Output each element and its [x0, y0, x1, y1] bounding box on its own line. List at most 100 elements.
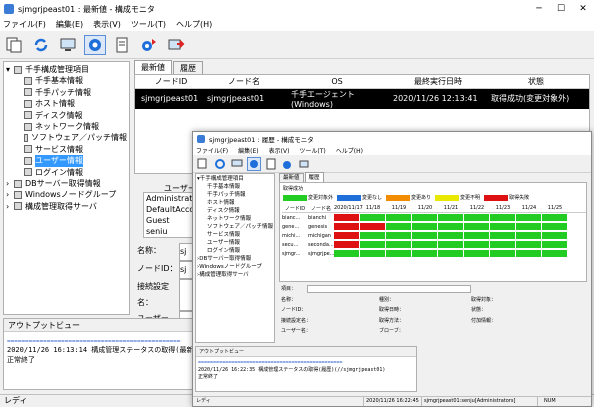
grid-status-cell[interactable] — [542, 232, 567, 239]
tree-item[interactable]: 千手パッチ情報 — [197, 191, 273, 199]
grid-status-cell[interactable] — [490, 214, 515, 221]
grid-status-cell[interactable] — [360, 232, 385, 239]
tree-item[interactable]: サービス情報 — [197, 231, 273, 239]
tree-item[interactable]: ホスト情報 — [197, 199, 273, 207]
tree-item[interactable]: ホスト情報 — [6, 98, 127, 109]
grid-row[interactable]: michi... michigan — [282, 231, 586, 240]
close-button[interactable]: ✕ — [572, 4, 594, 14]
grid-status-cell[interactable] — [490, 223, 515, 230]
grid-status-cell[interactable] — [360, 241, 385, 248]
grid-status-cell[interactable] — [490, 250, 515, 257]
list-item[interactable]: DefaultAccou — [146, 204, 192, 215]
grid-status-cell[interactable] — [516, 241, 541, 248]
grid-status-cell[interactable] — [334, 214, 359, 221]
tree-item[interactable]: ソフトウェア／パッチ情報 — [197, 223, 273, 231]
export-icon[interactable] — [298, 157, 312, 171]
grid-status-cell[interactable] — [438, 214, 463, 221]
menu-file[interactable]: ファイル(F) — [3, 19, 46, 30]
grid-status-cell[interactable] — [438, 223, 463, 230]
grid-status-cell[interactable] — [360, 214, 385, 221]
list-item[interactable]: Administrator — [146, 193, 192, 204]
tree-item[interactable]: 千手パッチ情報 — [6, 87, 127, 98]
col-status[interactable]: 状態 — [483, 75, 589, 88]
grid-row[interactable]: sjmgr... sjmgrjpe... — [282, 249, 586, 258]
col-os[interactable]: OS — [281, 75, 393, 88]
grid-status-cell[interactable] — [464, 232, 489, 239]
settings-gear-icon[interactable] — [247, 156, 261, 171]
tree-group[interactable]: › Windowsノードグループ — [197, 263, 273, 271]
grid-status-cell[interactable] — [464, 214, 489, 221]
grid-status-cell[interactable] — [490, 232, 515, 239]
grid-col-header[interactable]: 11/22 — [464, 205, 490, 212]
tree-group[interactable]: › 構成管理取得サーバ — [6, 201, 127, 212]
menu-view[interactable]: 表示(V) — [93, 19, 121, 30]
menu-tools[interactable]: ツール(T) — [131, 19, 166, 30]
grid-status-cell[interactable] — [334, 223, 359, 230]
tree-item[interactable]: ログイン情報 — [6, 167, 127, 178]
menu-tools[interactable]: ツール(T) — [299, 146, 325, 155]
tree-item[interactable]: ログイン情報 — [197, 247, 273, 255]
grid-row[interactable]: bianc... bianchi — [282, 213, 586, 222]
tab-latest[interactable]: 最新値 — [279, 173, 304, 182]
export-icon[interactable] — [165, 35, 187, 55]
grid-col-header[interactable]: 11/24 — [516, 205, 542, 212]
col-node-name[interactable]: ノード名 — [207, 75, 281, 88]
grid-col-header[interactable]: ノードID — [282, 205, 308, 212]
connection-field[interactable] — [179, 279, 193, 311]
tab-history[interactable]: 履歴 — [173, 61, 203, 74]
refresh-icon[interactable] — [213, 157, 227, 171]
menu-view[interactable]: 表示(V) — [269, 146, 290, 155]
tab-history[interactable]: 履歴 — [304, 172, 324, 182]
name-field[interactable]: sj — [179, 243, 193, 261]
grid-status-cell[interactable] — [386, 250, 411, 257]
tree-root[interactable]: ▾ 千手構成管理項目 — [6, 64, 127, 75]
grid-row[interactable]: gene... genesis — [282, 222, 586, 231]
minimize-button[interactable]: ─ — [528, 4, 550, 14]
grid-status-cell[interactable] — [464, 223, 489, 230]
grid-col-header[interactable]: 11/20 — [412, 205, 438, 212]
tree-item[interactable]: 千手基本情報 — [6, 75, 127, 86]
grid-status-cell[interactable] — [464, 250, 489, 257]
grid-status-cell[interactable] — [516, 223, 541, 230]
grid-status-cell[interactable] — [516, 232, 541, 239]
node-list-icon[interactable] — [3, 35, 25, 55]
grid-status-cell[interactable] — [516, 214, 541, 221]
grid-status-cell[interactable] — [412, 214, 437, 221]
grid-status-cell[interactable] — [464, 241, 489, 248]
grid-status-cell[interactable] — [542, 250, 567, 257]
refresh-icon[interactable] — [30, 35, 52, 55]
grid-col-header[interactable]: ノード名 — [308, 205, 334, 212]
tree-item[interactable]: ネットワーク情報 — [197, 215, 273, 223]
tree-group[interactable]: › Windowsノードグループ — [6, 189, 127, 200]
grid-status-cell[interactable] — [542, 241, 567, 248]
grid-status-cell[interactable] — [334, 250, 359, 257]
grid-col-header[interactable]: 11/25 — [542, 205, 568, 212]
tree-item[interactable]: ユーザー情報 — [197, 239, 273, 247]
tree-item[interactable]: ソフトウェア／パッチ情報 — [6, 132, 127, 143]
document-icon[interactable] — [264, 157, 278, 171]
grid-status-cell[interactable] — [490, 241, 515, 248]
tree-item[interactable]: ネットワーク情報 — [6, 121, 127, 132]
grid-status-cell[interactable] — [386, 232, 411, 239]
grid-status-cell[interactable] — [542, 214, 567, 221]
grid-status-cell[interactable] — [516, 250, 541, 257]
tree-item-selected[interactable]: ユーザー情報 — [6, 155, 127, 167]
document-icon[interactable] — [111, 35, 133, 55]
tree-item[interactable]: サービス情報 — [6, 144, 127, 155]
list-item[interactable]: Guest — [146, 215, 192, 226]
menu-edit[interactable]: 編集(E) — [238, 146, 258, 155]
gear-sync-icon[interactable] — [138, 35, 160, 55]
maximize-button[interactable]: ☐ — [550, 4, 572, 14]
tab-latest[interactable]: 最新値 — [134, 60, 172, 74]
tree-item[interactable]: ディスク情報 — [197, 207, 273, 215]
gear-sync-icon[interactable] — [281, 157, 295, 171]
grid-col-header[interactable]: 11/23 — [490, 205, 516, 212]
tree-item[interactable]: ディスク情報 — [6, 110, 127, 121]
menu-help[interactable]: ヘルプ(H) — [176, 19, 212, 30]
node-list-icon[interactable] — [196, 157, 210, 171]
grid-status-cell[interactable] — [438, 250, 463, 257]
grid-col-header[interactable]: 2020/11/17 — [334, 205, 363, 212]
monitor-icon[interactable] — [57, 35, 79, 55]
tree-root[interactable]: ▾ 千手構成管理項目 — [197, 175, 273, 183]
grid-status-cell[interactable] — [334, 232, 359, 239]
